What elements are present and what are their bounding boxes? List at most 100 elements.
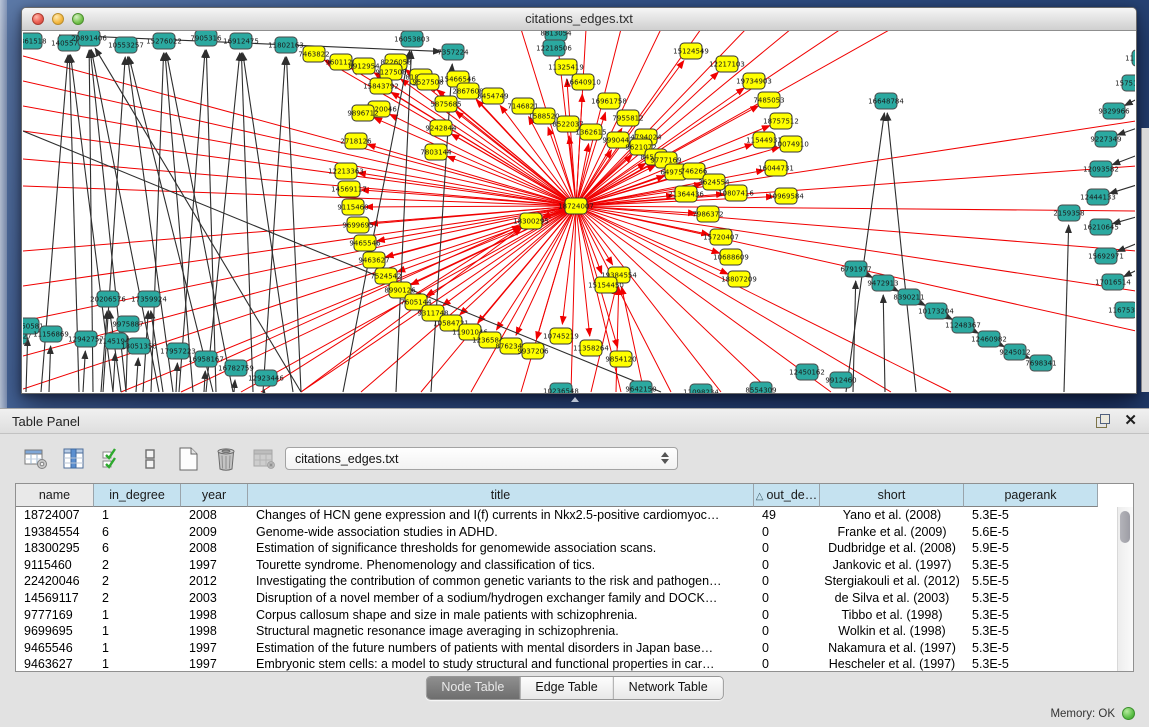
table-cell[interactable]: Dudbridge et al. (2008) — [820, 540, 964, 557]
table-cell[interactable]: 2009 — [181, 524, 248, 541]
table-cell[interactable]: Disruption of a novel member of a sodium… — [248, 590, 754, 607]
table-row[interactable]: 2242004622012Investigating the contribut… — [16, 573, 1133, 590]
table-cell[interactable]: Genome-wide association studies in ADHD. — [248, 524, 754, 541]
table-row[interactable]: 946362711997Embryonic stem cells: a mode… — [16, 656, 1133, 672]
graph-node[interactable]: 8454749 — [477, 88, 508, 104]
table-cell[interactable]: 5.3E-5 — [964, 557, 1098, 574]
graph-edge[interactable] — [576, 206, 771, 392]
table-cell[interactable]: 0 — [754, 640, 820, 657]
tab-network-table[interactable]: Network Table — [613, 677, 723, 699]
graph-edge[interactable] — [243, 53, 293, 392]
graph-edge[interactable] — [1125, 96, 1135, 105]
graph-edge[interactable] — [49, 346, 51, 392]
table-cell[interactable]: 1 — [94, 623, 181, 640]
column-header-short[interactable]: short — [820, 484, 964, 507]
graph-node[interactable]: 11675333 — [1108, 302, 1135, 318]
graph-edge[interactable] — [571, 206, 576, 392]
table-row[interactable]: 911546021997Tourette syndrome. Phenomeno… — [16, 557, 1133, 574]
graph-node[interactable]: 16648784 — [868, 93, 904, 109]
graph-node[interactable]: 16640910 — [565, 74, 601, 90]
table-cell[interactable]: 1998 — [181, 607, 248, 624]
graph-node[interactable]: 12093582 — [1083, 161, 1119, 177]
graph-edge[interactable] — [443, 206, 576, 306]
graph-node[interactable]: 9361518 — [23, 33, 47, 49]
table-cell[interactable]: 1997 — [181, 557, 248, 574]
table-cell[interactable]: 5.3E-5 — [964, 590, 1098, 607]
table-cell[interactable]: 2 — [94, 573, 181, 590]
table-cell[interactable]: 19384554 — [16, 524, 94, 541]
graph-edge[interactable] — [361, 206, 576, 392]
table-cell[interactable]: 5.5E-5 — [964, 573, 1098, 590]
graph-edge[interactable] — [365, 206, 576, 207]
table-cell[interactable]: 18724007 — [16, 507, 94, 524]
graph-edge[interactable] — [151, 53, 164, 392]
graph-node[interactable]: 9227349 — [1090, 131, 1121, 147]
graph-node[interactable]: 20206576 — [90, 291, 126, 307]
graph-node[interactable]: 15720407 — [703, 229, 739, 245]
table-row[interactable]: 977716911998Corpus callosum shape and si… — [16, 607, 1133, 624]
graph-edge[interactable] — [241, 53, 253, 392]
graph-node[interactable]: 9115460 — [337, 199, 368, 215]
table-cell[interactable]: Franke et al. (2009) — [820, 524, 964, 541]
column-header-out_de[interactable]: △out_de… — [754, 484, 820, 507]
table-cell[interactable]: Wolkin et al. (1998) — [820, 623, 964, 640]
table-cell[interactable]: 5.3E-5 — [964, 623, 1098, 640]
apply-checks-button[interactable] — [98, 446, 125, 472]
table-cell[interactable]: 2 — [94, 590, 181, 607]
graph-edge[interactable] — [26, 338, 28, 392]
graph-edge[interactable] — [576, 206, 1135, 211]
table-cell[interactable]: 14569117 — [16, 590, 94, 607]
graph-edge[interactable] — [1064, 225, 1069, 392]
table-cell[interactable]: 9699695 — [16, 623, 94, 640]
table-cell[interactable]: 2012 — [181, 573, 248, 590]
table-row[interactable]: 1456911722003Disruption of a novel membe… — [16, 590, 1133, 607]
table-cell[interactable]: 2003 — [181, 590, 248, 607]
table-cell[interactable]: 5.6E-5 — [964, 524, 1098, 541]
graph-edge[interactable] — [176, 363, 177, 392]
graph-node[interactable]: 9472913 — [867, 275, 898, 291]
graph-node[interactable]: 10688609 — [713, 249, 749, 265]
table-row[interactable]: 969969511998Structural magnetic resonanc… — [16, 623, 1133, 640]
tab-node-table[interactable]: Node Table — [426, 677, 519, 699]
graph-edge[interactable] — [234, 380, 235, 392]
merge-rows-button[interactable] — [136, 446, 163, 472]
graph-node[interactable]: 15124549 — [673, 43, 709, 59]
graph-edge[interactable] — [1113, 215, 1135, 224]
table-cell[interactable]: 5.3E-5 — [964, 507, 1098, 524]
table-cell[interactable]: 6 — [94, 524, 181, 541]
graph-node[interactable]: 2159358 — [1053, 205, 1084, 221]
graph-node[interactable]: 7698341 — [1025, 355, 1056, 371]
graph-node[interactable]: 15751074 — [1115, 75, 1135, 91]
graph-node[interactable]: 12444133 — [1080, 189, 1116, 205]
table-cell[interactable]: 2 — [94, 557, 181, 574]
table-row[interactable]: 1872400712008Changes of HCN gene express… — [16, 507, 1133, 524]
table-cell[interactable]: Tourette syndrome. Phenomenology and cla… — [248, 557, 754, 574]
table-cell[interactable]: 1 — [94, 507, 181, 524]
graph-node[interactable]: 16961758 — [591, 93, 627, 109]
table-cell[interactable]: de Silva et al. (2003) — [820, 590, 964, 607]
table-row[interactable]: 1830029562008Estimation of significance … — [16, 540, 1133, 557]
graph-edge[interactable] — [83, 351, 85, 392]
close-panel-icon[interactable]: ✕ — [1124, 414, 1137, 428]
graph-edge[interactable] — [179, 50, 205, 392]
graph-node[interactable]: 9242844 — [425, 120, 457, 136]
graph-edge[interactable] — [471, 206, 576, 392]
graph-node[interactable]: 10745219 — [543, 328, 579, 344]
table-cell[interactable]: 5.3E-5 — [964, 656, 1098, 672]
graph-node[interactable]: 11172945 — [1125, 50, 1135, 66]
graph-node[interactable]: 14569117 — [331, 181, 367, 197]
table-cell[interactable]: Stergiakouli et al. (2012) — [820, 573, 964, 590]
graph-node[interactable]: 21364436 — [668, 186, 704, 202]
table-cell[interactable]: Estimation of significance thresholds fo… — [248, 540, 754, 557]
graph-node[interactable]: 11248367 — [945, 317, 981, 333]
table-cell[interactable]: 0 — [754, 656, 820, 672]
graph-edge[interactable] — [622, 287, 644, 392]
graph-edge[interactable] — [1109, 183, 1135, 193]
graph-node[interactable]: 7485053 — [753, 92, 784, 108]
new-table-button[interactable] — [174, 446, 201, 472]
table-cell[interactable]: 1997 — [181, 656, 248, 672]
table-cell[interactable]: 1 — [94, 607, 181, 624]
graph-node[interactable]: 7357224 — [437, 44, 469, 60]
table-settings-button[interactable] — [22, 446, 49, 472]
graph-node[interactable]: 11358264 — [573, 340, 609, 356]
